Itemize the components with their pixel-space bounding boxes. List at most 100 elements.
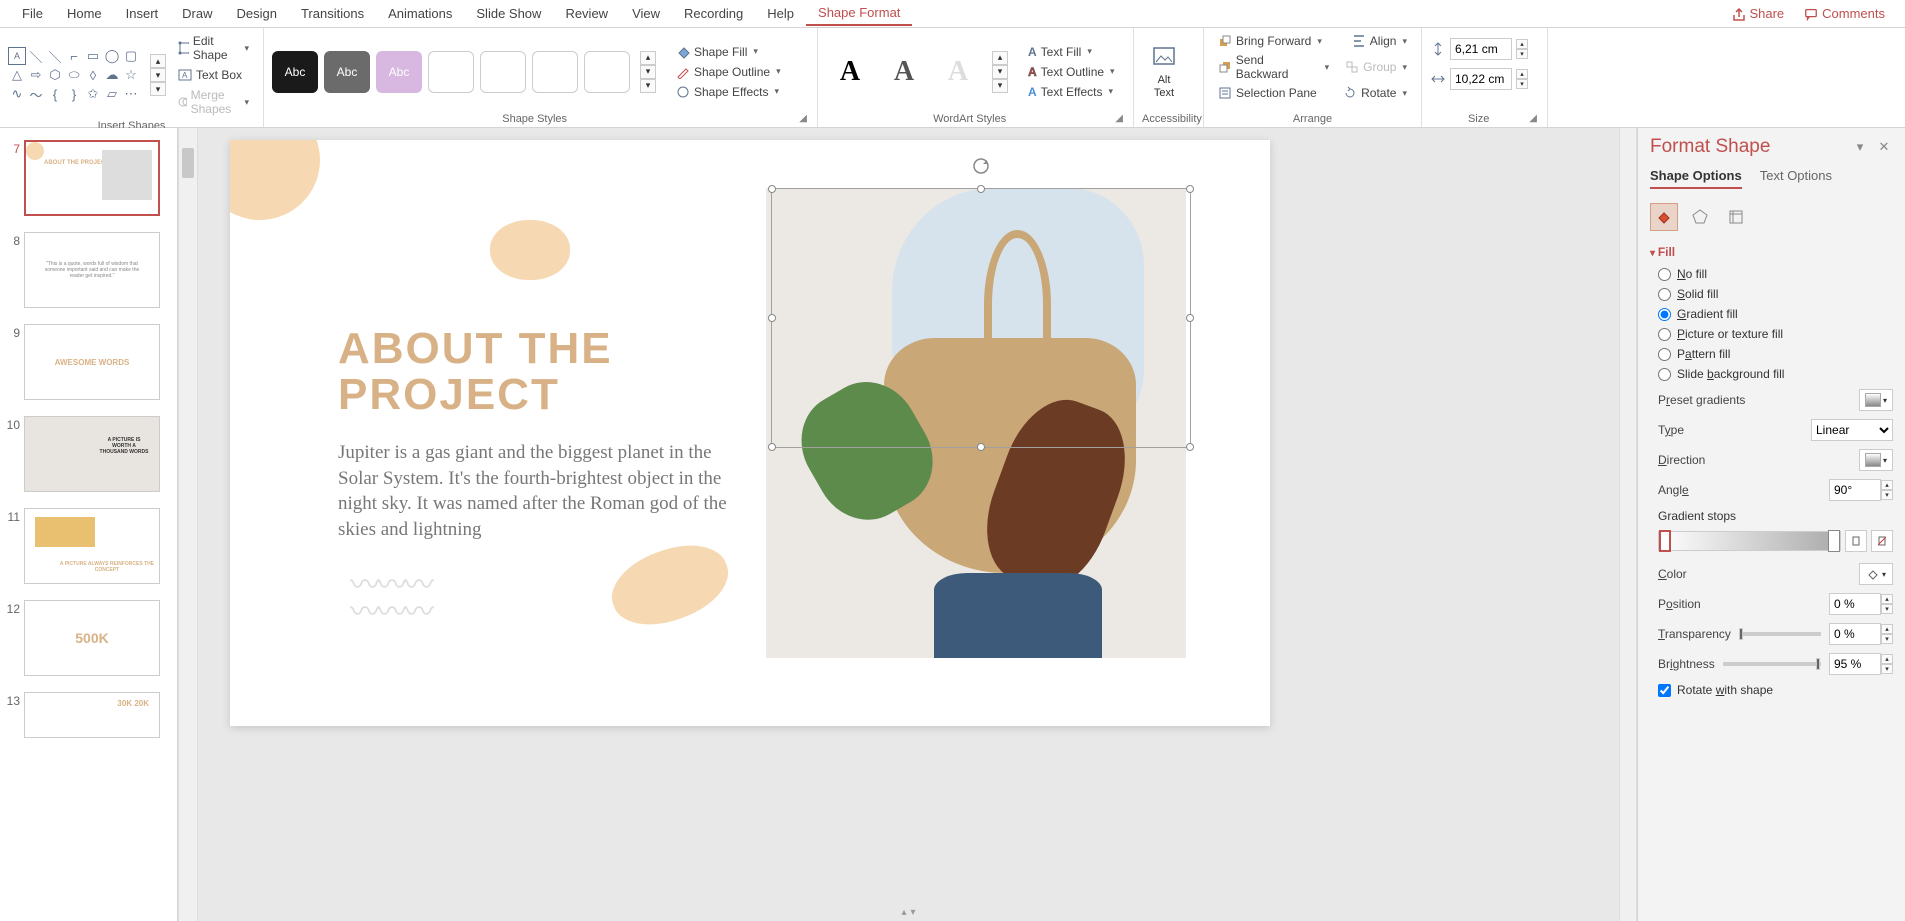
brightness-slider[interactable] (1723, 662, 1821, 666)
scroll-more-icon[interactable]: ▾ (150, 82, 166, 96)
handle-e[interactable] (1186, 314, 1194, 322)
tab-text-options[interactable]: Text Options (1760, 168, 1832, 189)
rotate-handle[interactable] (972, 157, 990, 175)
section-fill-header[interactable]: Fill (1650, 245, 1893, 259)
thumb-8[interactable]: "This is a quote, words full of wisdom t… (24, 232, 160, 308)
text-outline-button[interactable]: A Text Outline▾ (1022, 63, 1121, 81)
angle-up[interactable]: ▴ (1881, 480, 1893, 490)
scroll-more-icon[interactable]: ▾ (640, 79, 656, 93)
bright-down[interactable]: ▾ (1881, 664, 1893, 674)
align-button[interactable]: Align▾ (1346, 32, 1413, 50)
menu-draw[interactable]: Draw (170, 2, 224, 25)
shape-line2-icon[interactable]: ＼ (46, 47, 64, 65)
width-down[interactable]: ▾ (1516, 79, 1528, 89)
handle-nw[interactable] (768, 185, 776, 193)
thumbs-scrollbar[interactable] (178, 128, 198, 921)
shape-curve-icon[interactable]: ∿ (8, 85, 26, 103)
text-fill-button[interactable]: A Text Fill▾ (1022, 43, 1121, 61)
shape-triangle-icon[interactable]: △ (8, 66, 26, 84)
scroll-down-icon[interactable]: ▾ (992, 65, 1008, 79)
height-down[interactable]: ▾ (1516, 49, 1528, 59)
menu-design[interactable]: Design (225, 2, 289, 25)
edit-shape-button[interactable]: Edit Shape▾ (172, 32, 255, 64)
wordart-gallery-scroll[interactable]: ▴ ▾ ▾ (992, 51, 1008, 93)
pane-options-button[interactable]: ▾ (1851, 138, 1869, 156)
pane-close-button[interactable]: ✕ (1875, 138, 1893, 156)
handle-w[interactable] (768, 314, 776, 322)
text-effects-button[interactable]: A Text Effects▾ (1022, 83, 1121, 101)
scroll-up-icon[interactable]: ▴ (992, 51, 1008, 65)
shape-cylinder-icon[interactable]: ⬭ (65, 66, 83, 84)
next-slide-button[interactable]: ▾ (911, 907, 916, 918)
shape-star-icon[interactable]: ☆ (122, 66, 140, 84)
shape-height-input[interactable] (1450, 38, 1512, 60)
wordart-launcher[interactable]: ◢ (1113, 113, 1125, 125)
transparency-input[interactable] (1829, 623, 1881, 645)
shape-star5-icon[interactable]: ✩ (84, 85, 102, 103)
cat-effects[interactable] (1686, 203, 1714, 231)
bright-up[interactable]: ▴ (1881, 654, 1893, 664)
shape-line-icon[interactable]: ＼ (27, 47, 45, 65)
menu-view[interactable]: View (620, 2, 672, 25)
menu-transitions[interactable]: Transitions (289, 2, 376, 25)
shape-cloud-icon[interactable]: ☁ (103, 66, 121, 84)
shape-roundrect-icon[interactable]: ▢ (122, 47, 140, 65)
bring-forward-button[interactable]: Bring Forward▾ (1212, 32, 1342, 50)
handle-s[interactable] (977, 443, 985, 451)
trans-down[interactable]: ▾ (1881, 634, 1893, 644)
scroll-down-icon[interactable]: ▾ (640, 65, 656, 79)
gradient-direction-dropdown[interactable]: ▾ (1859, 449, 1893, 471)
thumb-10[interactable]: A PICTURE IS WORTH A THOUSAND WORDS (24, 416, 160, 492)
menu-help[interactable]: Help (755, 2, 806, 25)
wordart-gallery[interactable]: A A A (826, 50, 982, 94)
menu-file[interactable]: File (10, 2, 55, 25)
width-up[interactable]: ▴ (1516, 69, 1528, 79)
trans-up[interactable]: ▴ (1881, 624, 1893, 634)
shape-brace-r-icon[interactable]: } (65, 85, 83, 103)
cat-fill-line[interactable] (1650, 203, 1678, 231)
alt-text-button[interactable]: AltText (1142, 40, 1186, 102)
canvas-vscrollbar[interactable] (1619, 128, 1637, 921)
style-swatch-1[interactable]: Abc (272, 51, 318, 93)
share-button[interactable]: Share (1721, 2, 1794, 25)
grad-stop-2[interactable] (1828, 530, 1840, 552)
menu-home[interactable]: Home (55, 2, 114, 25)
gradient-angle-input[interactable] (1829, 479, 1881, 501)
shape-callout-icon[interactable]: ◊ (84, 66, 102, 84)
shapes-gallery-scroll[interactable]: ▴ ▾ ▾ (150, 54, 166, 96)
pos-down[interactable]: ▾ (1881, 604, 1893, 614)
handle-se[interactable] (1186, 443, 1194, 451)
wordart-3[interactable]: A (934, 50, 982, 94)
style-swatch-4[interactable] (428, 51, 474, 93)
selection-pane-button[interactable]: Selection Pane (1212, 84, 1333, 102)
menu-slide-show[interactable]: Slide Show (464, 2, 553, 25)
rotate-button[interactable]: Rotate▾ (1337, 84, 1413, 102)
shape-effects-button[interactable]: Shape Effects▾ (670, 83, 787, 101)
radio-slide-bg-fill[interactable]: Slide background fill (1658, 367, 1893, 381)
brightness-input[interactable] (1829, 653, 1881, 675)
tab-shape-options[interactable]: Shape Options (1650, 168, 1742, 189)
radio-picture-fill[interactable]: Picture or texture fill (1658, 327, 1893, 341)
rotate-with-shape-checkbox[interactable]: Rotate with shape (1658, 683, 1893, 697)
send-backward-button[interactable]: Send Backward▾ (1212, 51, 1335, 83)
shape-connector-icon[interactable]: ⌐ (65, 47, 83, 65)
shape-oval-icon[interactable]: ◯ (103, 47, 121, 65)
style-swatch-5[interactable] (480, 51, 526, 93)
shapes-gallery[interactable]: A ＼ ＼ ⌐ ▭ ◯ ▢ △ ⇨ ⬡ ⬭ ◊ ☁ ☆ ∿ 〜 { } ✩ ▱ (8, 47, 140, 103)
menu-animations[interactable]: Animations (376, 2, 464, 25)
preset-gradients-dropdown[interactable]: ▾ (1859, 389, 1893, 411)
menu-recording[interactable]: Recording (672, 2, 755, 25)
scroll-down-icon[interactable]: ▾ (150, 68, 166, 82)
shape-more-icon[interactable]: ⋯ (122, 85, 140, 103)
shape-freeform-icon[interactable]: 〜 (27, 85, 45, 103)
thumb-11[interactable]: A PICTURE ALWAYS REINFORCES THE CONCEPT (24, 508, 160, 584)
scroll-more-icon[interactable]: ▾ (992, 79, 1008, 93)
selection-box[interactable] (771, 188, 1191, 448)
radio-pattern-fill[interactable]: Pattern fill (1658, 347, 1893, 361)
handle-n[interactable] (977, 185, 985, 193)
shape-brace-l-icon[interactable]: { (46, 85, 64, 103)
transparency-slider[interactable] (1739, 632, 1821, 636)
pos-up[interactable]: ▴ (1881, 594, 1893, 604)
remove-gradient-stop[interactable] (1871, 530, 1893, 552)
menu-shape-format[interactable]: Shape Format (806, 1, 912, 26)
